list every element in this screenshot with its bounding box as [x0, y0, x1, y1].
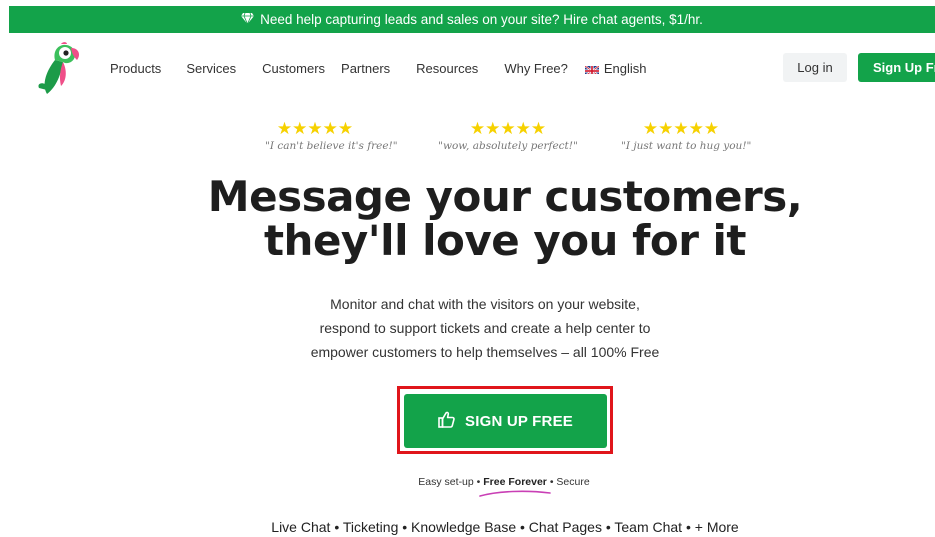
nav-resources[interactable]: Resources: [416, 61, 478, 76]
nav-customers[interactable]: Customers: [262, 61, 325, 76]
nav-links: Products Services Customers Partners Res…: [110, 61, 647, 76]
hero-title-line-2: they'll love you for it: [263, 216, 747, 265]
signup-free-button[interactable]: SIGN UP FREE: [404, 394, 607, 448]
reviews-row: ★★★★★ "I can't believe it's free!" ★★★★★…: [240, 120, 770, 156]
promo-banner[interactable]: Need help capturing leads and sales on y…: [9, 6, 935, 33]
nav-products[interactable]: Products: [110, 61, 161, 76]
login-button[interactable]: Log in: [783, 53, 847, 82]
review-3: ★★★★★ "I just want to hug you!": [621, 119, 752, 153]
trust-free-forever: Free Forever: [483, 476, 547, 488]
hero-title: Message your customers, they'll love you…: [0, 175, 935, 263]
five-star-rating-icon: ★★★★★: [469, 119, 547, 138]
nav-services[interactable]: Services: [186, 61, 236, 76]
review-2: ★★★★★ "wow, absolutely perfect!": [438, 119, 578, 153]
parrot-logo[interactable]: [33, 42, 85, 96]
trust-line: Easy set-up • Free Forever • Secure: [418, 476, 590, 488]
review-quote: "wow, absolutely perfect!": [438, 140, 578, 152]
review-quote: "I just want to hug you!": [621, 140, 752, 152]
hero-subtitle-line-3: empower customers to help themselves – a…: [310, 344, 660, 360]
hero-subtitle-line-2: respond to support tickets and create a …: [319, 320, 651, 336]
signup-header-button[interactable]: Sign Up Free: [858, 53, 935, 82]
review-1: ★★★★★ "I can't believe it's free!": [265, 119, 398, 153]
trust-secure: Secure: [556, 476, 590, 488]
signup-free-label: SIGN UP FREE: [465, 412, 573, 430]
diamond-icon: [241, 12, 255, 27]
hero-subtitle-line-1: Monitor and chat with the visitors on yo…: [330, 296, 640, 312]
features-list: Live Chat • Ticketing • Knowledge Base •…: [271, 519, 739, 535]
five-star-rating-icon: ★★★★★: [642, 119, 720, 138]
hero-title-line-1: Message your customers,: [207, 172, 803, 221]
promo-text[interactable]: Need help capturing leads and sales on y…: [260, 12, 703, 27]
hero-subtitle: Monitor and chat with the visitors on yo…: [0, 292, 935, 364]
top-navigation: Products Services Customers Partners Res…: [0, 33, 935, 103]
nav-partners[interactable]: Partners: [341, 61, 390, 76]
review-quote: "I can't believe it's free!": [265, 140, 398, 152]
language-selector[interactable]: English: [584, 61, 647, 76]
thumbs-up-icon: [438, 411, 455, 432]
language-label: English: [603, 61, 647, 76]
hand-drawn-underline: [479, 490, 551, 497]
trust-easy-setup: Easy set-up: [418, 476, 474, 488]
five-star-rating-icon: ★★★★★: [276, 119, 354, 138]
nav-why-free[interactable]: Why Free?: [504, 61, 568, 76]
uk-flag-icon: [584, 64, 599, 74]
